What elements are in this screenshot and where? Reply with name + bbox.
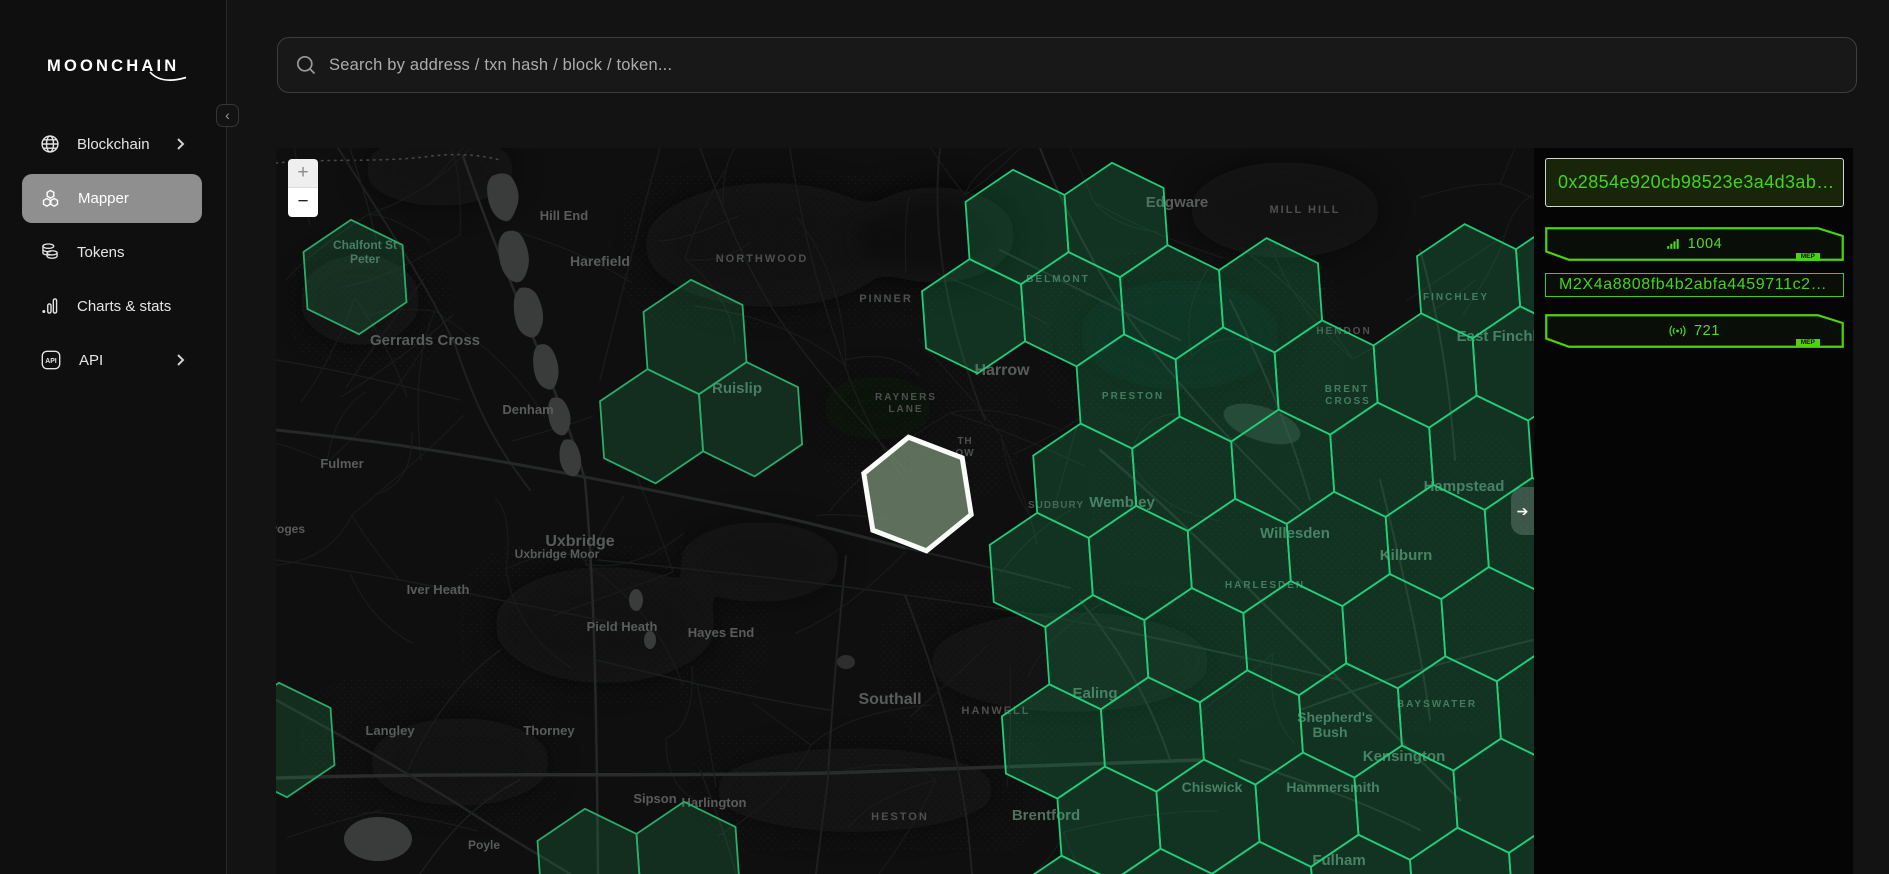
svg-text:Pield Heath: Pield Heath	[587, 619, 658, 634]
svg-text:RAYNERS: RAYNERS	[875, 392, 937, 403]
svg-text:Hill End: Hill End	[540, 208, 588, 223]
svg-text:LANE: LANE	[888, 404, 923, 415]
svg-text:Thorney: Thorney	[523, 723, 575, 738]
svg-text:TH: TH	[957, 436, 972, 447]
svg-text:Hayes End: Hayes End	[688, 625, 755, 640]
svg-text:Langley: Langley	[365, 723, 415, 738]
svg-text:Iver Heath: Iver Heath	[407, 582, 470, 597]
svg-text:MOONCHAIN: MOONCHAIN	[47, 57, 179, 75]
svg-text:Gerrards Cross: Gerrards Cross	[370, 332, 480, 349]
svg-text:NORTHWOOD: NORTHWOOD	[716, 253, 809, 265]
svg-text:API: API	[45, 358, 57, 365]
svg-text:Poyle: Poyle	[468, 838, 500, 852]
svg-text:Uxbridge Moor: Uxbridge Moor	[515, 547, 600, 561]
svg-text:Poges: Poges	[276, 522, 305, 536]
svg-text:HESTON: HESTON	[871, 811, 929, 823]
svg-text:Sipson: Sipson	[633, 791, 676, 806]
svg-text:PINNER: PINNER	[859, 293, 913, 305]
svg-text:Southall: Southall	[858, 691, 921, 708]
svg-text:MILL HILL: MILL HILL	[1270, 204, 1341, 216]
svg-text:Fulmer: Fulmer	[320, 456, 363, 471]
svg-text:Harefield: Harefield	[570, 253, 630, 269]
svg-text:Denham: Denham	[502, 402, 553, 417]
